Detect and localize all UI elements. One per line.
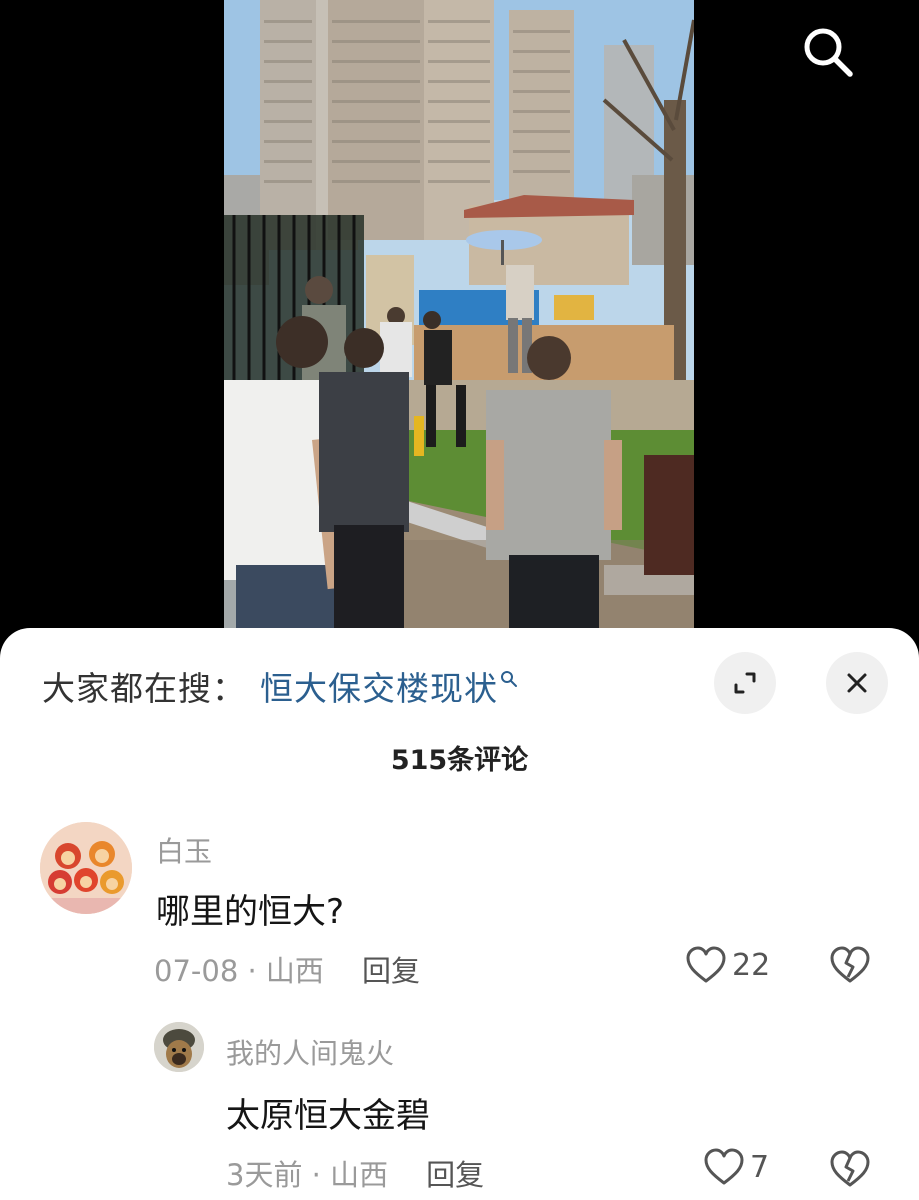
like-count: 7 [750,1149,770,1185]
reply-button[interactable]: 回复 [426,1158,484,1192]
dislike-button[interactable] [830,1150,870,1192]
video-frame[interactable] [224,0,694,630]
dog-helmet-avatar-icon [154,1022,204,1072]
comment-username[interactable]: 我的人间鬼火 [226,1032,394,1072]
video-player[interactable] [0,0,919,630]
avatar[interactable] [154,1022,204,1072]
comment-text: 太原恒大金碧 [226,1096,430,1136]
comments-sheet: 大家都在搜： 恒大保交楼现状 515条评论 白玉 哪里的恒大? 07-08 · … [0,628,919,1200]
heart-icon [704,1148,744,1185]
reply-comment-item: 我的人间鬼火 太原恒大金碧 3天前 · 山西 回复 7 [0,628,919,1200]
video-scene [224,0,694,630]
comment-meta: 3天前 · 山西 回复 [226,1152,484,1194]
like-button[interactable]: 7 [704,1148,769,1186]
comment-date-location: 3天前 · 山西 [226,1158,389,1192]
broken-heart-icon [830,1150,870,1187]
search-icon [804,28,853,77]
search-button[interactable] [796,20,860,84]
app-screen: 大家都在搜： 恒大保交楼现状 515条评论 白玉 哪里的恒大? 07-08 · … [0,0,919,1200]
